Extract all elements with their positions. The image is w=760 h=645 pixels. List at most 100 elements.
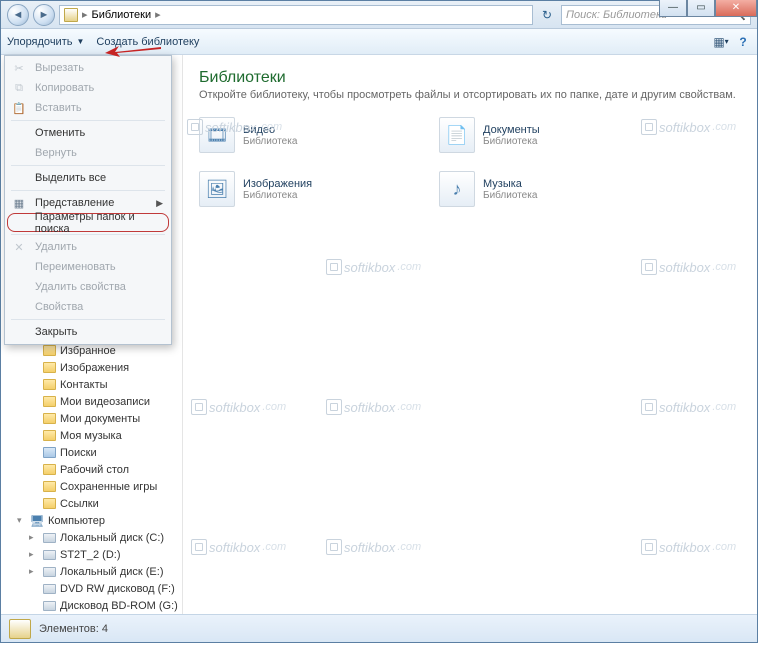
drive-icon bbox=[42, 599, 56, 613]
library-type: Библиотека bbox=[243, 190, 312, 201]
content-pane: Библиотеки Откройте библиотеку, чтобы пр… bbox=[183, 55, 757, 614]
cut-icon: ✂ bbox=[11, 60, 27, 76]
folder-icon bbox=[42, 395, 56, 409]
minimize-button[interactable]: — bbox=[659, 0, 687, 17]
documents-icon: 📄 bbox=[439, 117, 475, 153]
breadcrumb-segment[interactable]: Библиотеки bbox=[92, 9, 152, 21]
tree-node-label: Мои видеозаписи bbox=[60, 396, 150, 408]
tree-twist-icon: ▾ bbox=[17, 515, 26, 526]
menu-item-undo[interactable]: Отменить bbox=[5, 123, 171, 143]
blank-icon bbox=[11, 125, 27, 141]
help-button[interactable]: ? bbox=[735, 34, 751, 50]
drive-icon bbox=[42, 582, 56, 596]
folder-icon bbox=[42, 361, 56, 375]
library-item-pictures[interactable]: 🖼ИзображенияБиблиотека bbox=[199, 171, 399, 207]
drive-icon bbox=[42, 565, 56, 579]
menu-item-label: Выделить все bbox=[35, 172, 106, 184]
library-type: Библиотека bbox=[243, 136, 297, 147]
folder-icon bbox=[42, 463, 56, 477]
maximize-button[interactable]: ▭ bbox=[687, 0, 715, 17]
menu-item-folderopts[interactable]: Параметры папок и поиска bbox=[7, 213, 169, 232]
tree-twist-icon: ▸ bbox=[29, 549, 38, 560]
library-item-documents[interactable]: 📄ДокументыБиблиотека bbox=[439, 117, 639, 153]
menu-item-props: Свойства bbox=[5, 297, 171, 317]
menu-item-label: Параметры папок и поиска bbox=[35, 211, 162, 235]
view-options-button[interactable]: ▦ ▾ bbox=[713, 34, 729, 50]
menu-item-label: Отменить bbox=[35, 127, 85, 139]
tree-node-label: ST2T_2 (D:) bbox=[60, 549, 121, 561]
create-library-label: Создать библиотеку bbox=[96, 36, 199, 48]
menu-item-delete: ✕Удалить bbox=[5, 237, 171, 257]
chevron-down-icon: ▾ bbox=[725, 37, 729, 46]
tree-node[interactable]: Сохраненные игры bbox=[7, 478, 182, 495]
tree-node-label: Мои документы bbox=[60, 413, 140, 425]
breadcrumb-sep-icon: ▸ bbox=[155, 8, 161, 21]
library-name: Музыка bbox=[483, 178, 537, 190]
organize-button[interactable]: Упорядочить ▼ bbox=[7, 36, 84, 48]
library-name: Изображения bbox=[243, 178, 312, 190]
tree-node[interactable]: Мои видеозаписи bbox=[7, 393, 182, 410]
folder-icon bbox=[42, 344, 56, 358]
menu-item-rename: Переименовать bbox=[5, 257, 171, 277]
tree-node[interactable]: ▾🖥Компьютер bbox=[7, 512, 182, 529]
tree-node[interactable]: Моя музыка bbox=[7, 427, 182, 444]
menu-item-cut: ✂ Вырезать bbox=[5, 58, 171, 78]
folder-icon bbox=[42, 480, 56, 494]
paste-icon: 📋 bbox=[11, 100, 27, 116]
titlebar: ◄ ► ▸ Библиотеки ▸ ↻ Поиск: Библиотеки 🔍 bbox=[1, 1, 757, 29]
folder-icon bbox=[42, 378, 56, 392]
blank-icon bbox=[11, 324, 27, 340]
blank-icon bbox=[11, 170, 27, 186]
drive-icon bbox=[42, 531, 56, 545]
library-item-music[interactable]: ♪ МузыкаБиблиотека bbox=[439, 171, 639, 207]
nav-back-button[interactable]: ◄ bbox=[7, 4, 29, 26]
search-placeholder: Поиск: Библиотеки bbox=[566, 9, 667, 21]
organize-menu: ✂ Вырезать ⧉Копировать 📋 Вставить Отменить Вер… bbox=[4, 55, 172, 345]
organize-label: Упорядочить bbox=[7, 36, 72, 48]
tree-twist-icon: ▸ bbox=[29, 566, 38, 577]
breadcrumb-sep-icon: ▸ bbox=[82, 8, 88, 21]
menu-separator bbox=[11, 165, 165, 166]
tree-node[interactable]: Изображения bbox=[7, 359, 182, 376]
nav-forward-button[interactable]: ► bbox=[33, 4, 55, 26]
menu-item-close[interactable]: Закрыть bbox=[5, 322, 171, 342]
close-button[interactable]: ✕ bbox=[715, 0, 757, 17]
tree-node-label: Рабочий стол bbox=[60, 464, 129, 476]
tree-node[interactable]: ▸Локальный диск (C:) bbox=[7, 529, 182, 546]
tree-node[interactable]: ▸ ST2T_2 (D:) bbox=[7, 546, 182, 563]
folder-icon bbox=[42, 412, 56, 426]
menu-item-label: Переименовать bbox=[35, 261, 116, 273]
menu-item-label: Вставить bbox=[35, 102, 82, 114]
menu-item-label: Удалить bbox=[35, 241, 77, 253]
tree-node[interactable]: Ссылки bbox=[7, 495, 182, 512]
tree-node[interactable]: Рабочий стол bbox=[7, 461, 182, 478]
menu-item-copy: ⧉Копировать bbox=[5, 78, 171, 98]
help-icon: ? bbox=[739, 35, 746, 49]
view-icon: ▦ bbox=[713, 35, 724, 49]
page-subtitle: Откройте библиотеку, чтобы просмотреть ф… bbox=[199, 89, 741, 101]
tree-node[interactable]: Дисковод BD-ROM (G:) bbox=[7, 597, 182, 614]
music-icon: ♪ bbox=[439, 171, 475, 207]
tree-node[interactable]: ▸Локальный диск (E:) bbox=[7, 563, 182, 580]
library-type: Библиотека bbox=[483, 190, 537, 201]
library-name: Документы bbox=[483, 124, 540, 136]
tree-node[interactable]: Контакты bbox=[7, 376, 182, 393]
tree-node[interactable]: DVD RW дисковод (F:) bbox=[7, 580, 182, 597]
menu-separator bbox=[11, 120, 165, 121]
menu-item-label: Вырезать bbox=[35, 62, 84, 74]
refresh-button[interactable]: ↻ bbox=[537, 5, 557, 25]
tree-node[interactable]: Поиски bbox=[7, 444, 182, 461]
library-item-videos[interactable]: 🎞ВидеоБиблиотека bbox=[199, 117, 399, 153]
blank-icon bbox=[11, 299, 27, 315]
tree-node-label: Изображения bbox=[60, 362, 129, 374]
tree-node-label: Избранное bbox=[60, 345, 116, 357]
menu-item-label: Закрыть bbox=[35, 326, 77, 338]
chevron-right-icon: ▶ bbox=[156, 198, 163, 209]
statusbar: Элементов: 4 bbox=[1, 614, 757, 642]
tree-node[interactable]: Мои документы bbox=[7, 410, 182, 427]
menu-item-redo: Вернуть bbox=[5, 143, 171, 163]
create-library-button[interactable]: Создать библиотеку bbox=[96, 36, 199, 48]
explorer-window: — ▭ ✕ ◄ ► ▸ Библиотеки ▸ ↻ Поиск: Библио… bbox=[0, 0, 758, 643]
breadcrumb[interactable]: ▸ Библиотеки ▸ bbox=[59, 5, 533, 25]
menu-item-selectall[interactable]: Выделить все bbox=[5, 168, 171, 188]
